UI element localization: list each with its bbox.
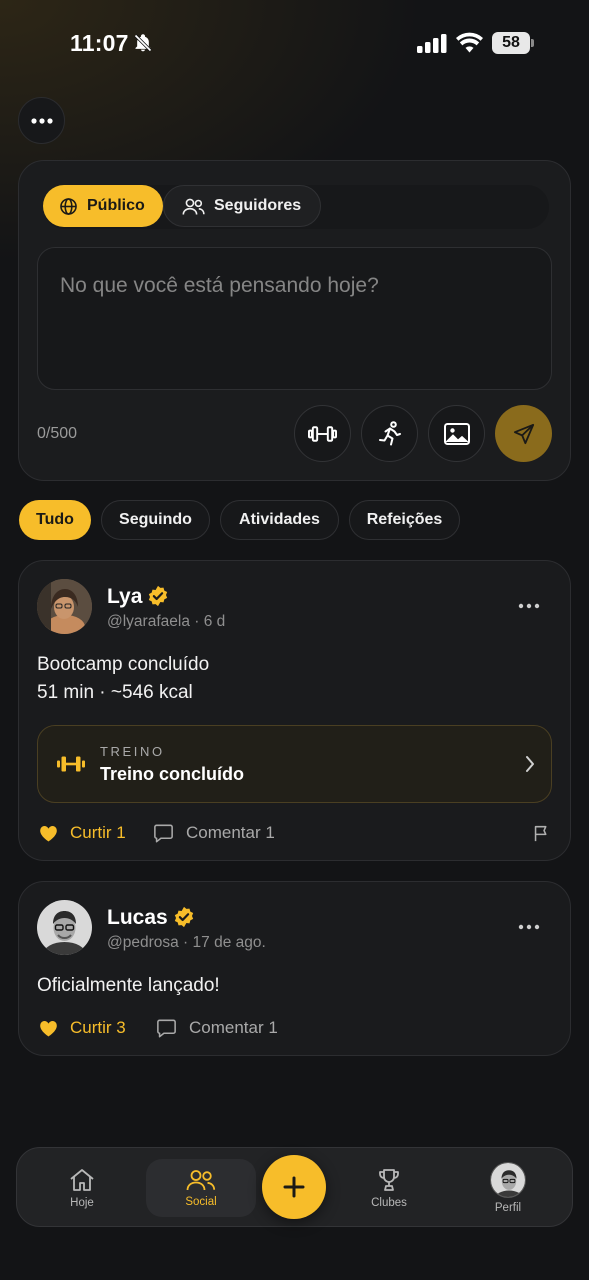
image-icon [443, 422, 470, 445]
like-label: Curtir 3 [70, 1018, 126, 1037]
nav-label: Hoje [70, 1196, 94, 1209]
plus-icon [283, 1176, 305, 1198]
status-time: 11:07 [70, 30, 129, 56]
filter-tudo[interactable]: Tudo [19, 500, 91, 540]
nav-label: Perfil [494, 1202, 522, 1214]
like-label: Curtir 1 [70, 823, 126, 842]
verified-badge-icon [147, 585, 169, 607]
nav-item-perfil[interactable]: Perfil [473, 1148, 543, 1228]
ellipsis-icon [518, 603, 540, 609]
post-body: Oficialmente lançado! [37, 972, 220, 1000]
post-author-name[interactable]: Lucas [107, 906, 168, 930]
post-menu-button[interactable] [518, 924, 540, 930]
visibility-selector: Público Seguidores [43, 185, 549, 229]
workout-attachment-card[interactable]: TREINO Treino concluído [37, 725, 552, 803]
wifi-icon [456, 32, 483, 53]
post-text-line: Bootcamp concluído [37, 654, 210, 675]
post-text-field-wrapper [37, 247, 552, 390]
like-button[interactable]: Curtir 1 [39, 823, 126, 843]
filter-refeicoes[interactable]: Refeições [349, 500, 460, 540]
battery-level: 58 [492, 32, 530, 54]
post-text-line: 51 min · ~546 kcal [37, 682, 193, 703]
post-author-meta: @lyarafaela · 6 d [107, 613, 226, 630]
running-icon [378, 420, 401, 445]
attach-image-button[interactable] [428, 405, 485, 462]
post-composer: Público Seguidores 0/500 [18, 160, 571, 481]
visibility-followers-label: Seguidores [214, 197, 302, 214]
post-author-meta: @pedrosa · 17 de ago. [107, 934, 266, 951]
users-icon [186, 1169, 216, 1190]
nav-label: Social [185, 1195, 217, 1208]
dumbbell-icon [56, 754, 86, 774]
nav-item-hoje[interactable]: Hoje [47, 1148, 117, 1228]
ellipsis-icon [30, 117, 53, 124]
post-body: Bootcamp concluído 51 min · ~546 kcal [37, 651, 209, 707]
create-post-button[interactable] [262, 1155, 326, 1219]
send-icon [513, 423, 534, 444]
filter-atividades[interactable]: Atividades [220, 500, 339, 540]
ellipsis-icon [518, 924, 540, 930]
workout-title: Treino concluído [100, 764, 245, 784]
comment-button[interactable]: Comentar 1 [153, 823, 275, 843]
post-text-line: Oficialmente lançado! [37, 975, 220, 996]
visibility-public-button[interactable]: Público [43, 185, 163, 227]
trophy-icon [379, 1168, 399, 1191]
visibility-public-label: Público [87, 197, 145, 214]
avatar [490, 1162, 526, 1198]
comment-button[interactable]: Comentar 1 [156, 1018, 278, 1038]
post-text-field[interactable] [38, 248, 551, 389]
heart-icon [40, 825, 57, 841]
feed-post: Lya @lyarafaela · 6 d Bootcamp concluído… [18, 560, 571, 861]
signal-icon [417, 34, 448, 53]
globe-icon [60, 197, 77, 215]
comment-label: Comentar 1 [186, 823, 275, 842]
status-bar: 11:07 58 [0, 0, 589, 88]
comment-label: Comentar 1 [189, 1018, 278, 1037]
report-flag-icon[interactable] [533, 825, 550, 842]
post-author-name[interactable]: Lya [107, 585, 142, 609]
avatar[interactable] [37, 579, 92, 634]
post-menu-button[interactable] [518, 603, 540, 609]
verified-badge-icon [173, 906, 195, 928]
battery-icon: 58 [492, 32, 534, 54]
nav-item-clubes[interactable]: Clubes [354, 1148, 424, 1228]
avatar[interactable] [37, 900, 92, 955]
comment-icon [157, 1019, 176, 1037]
workout-kicker: TREINO [100, 744, 165, 759]
feed-post: Lucas @pedrosa · 17 de ago. Oficialmente… [18, 881, 571, 1056]
send-post-button[interactable] [495, 405, 552, 462]
more-options-button[interactable] [18, 97, 65, 144]
dumbbell-icon [308, 425, 337, 442]
like-button[interactable]: Curtir 3 [39, 1018, 126, 1038]
nav-item-social[interactable]: Social [161, 1148, 241, 1228]
users-icon [182, 198, 205, 215]
heart-icon [40, 1020, 57, 1036]
nav-label: Clubes [371, 1196, 407, 1209]
home-icon [70, 1168, 94, 1191]
char-counter: 0/500 [37, 425, 78, 442]
filter-seguindo[interactable]: Seguindo [101, 500, 210, 540]
comment-icon [154, 824, 173, 842]
chevron-right-icon [525, 755, 535, 773]
attach-activity-button[interactable] [361, 405, 418, 462]
bell-muted-icon [133, 33, 153, 53]
visibility-followers-button[interactable]: Seguidores [163, 185, 321, 227]
attach-workout-button[interactable] [294, 405, 351, 462]
